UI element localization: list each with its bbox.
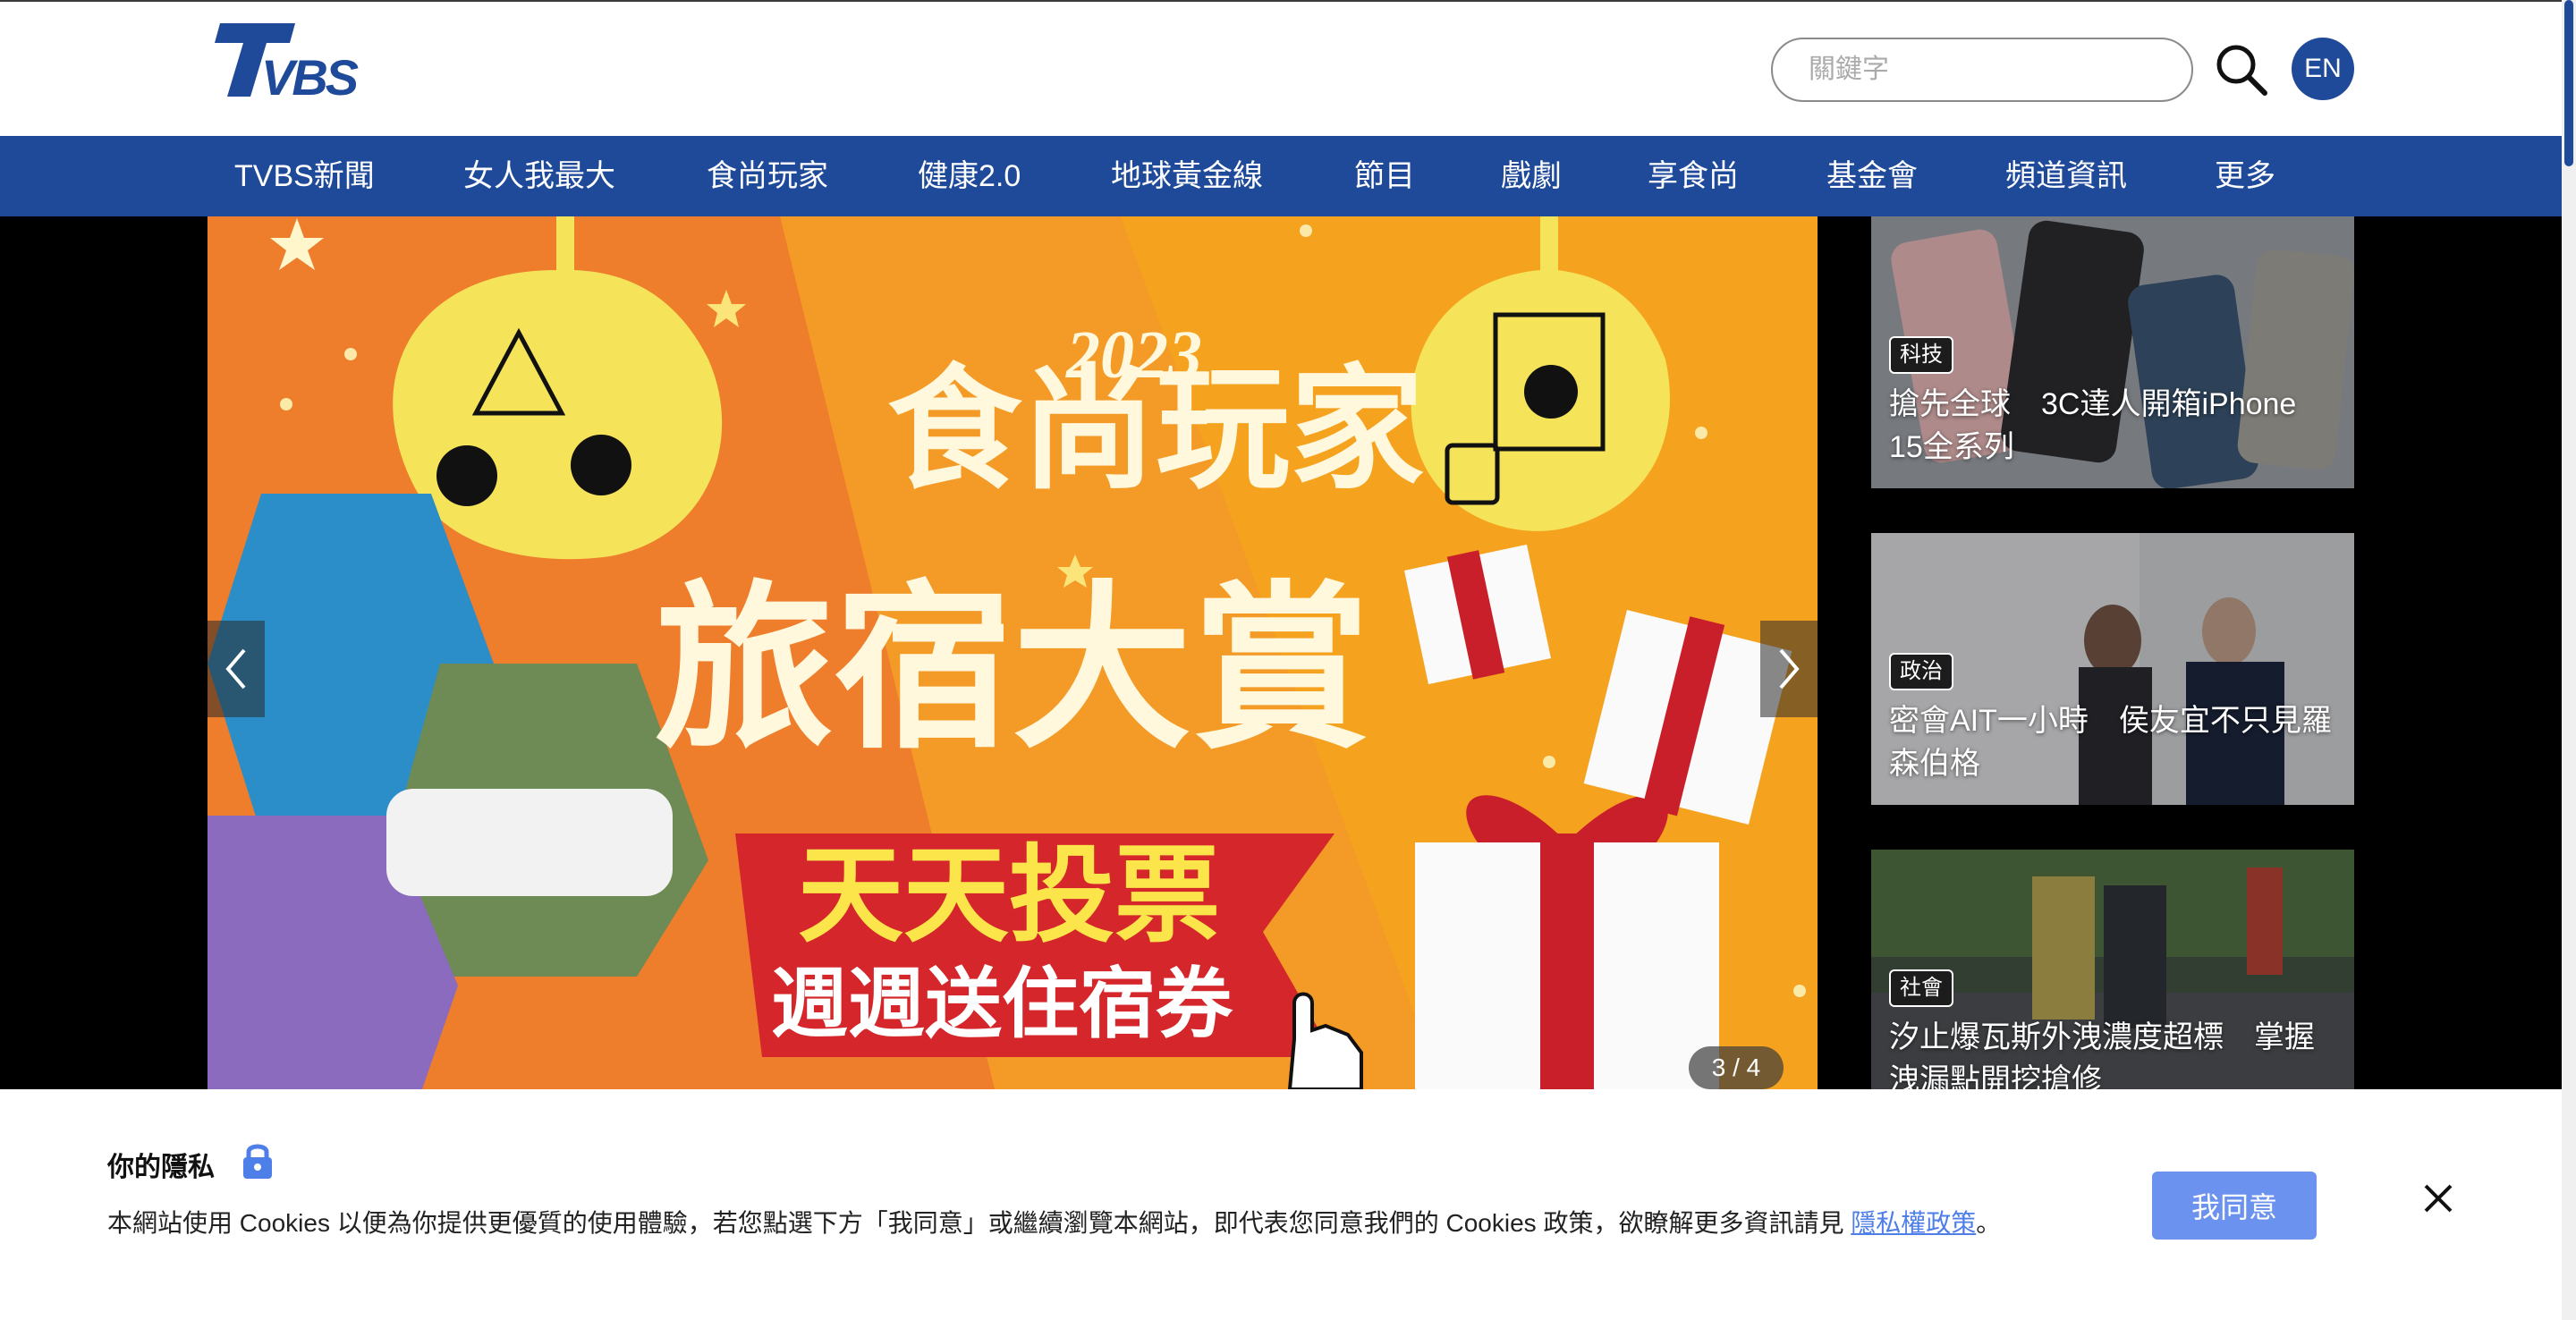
banner-ribbon-line1: 天天投票 (798, 837, 1220, 955)
tvbs-logo[interactable]: VBS (208, 20, 390, 106)
banner-artwork: 食尚玩家 2023 旅宿大賞 天天投票 週週送住宿券 (208, 216, 1818, 1089)
news-card[interactable]: 社會 汐止爆瓦斯外洩濃度超標 掌握洩漏點開挖搶修 (1871, 850, 2354, 1089)
nav-item-channel-info[interactable]: 頻道資訊 (2005, 136, 2127, 216)
news-title[interactable]: 搶先全球 3C達人開箱iPhone 15全系列 (1889, 383, 2336, 469)
agree-button[interactable]: 我同意 (2152, 1172, 2317, 1240)
nav-item-women[interactable]: 女人我最大 (463, 136, 615, 216)
language-en-button[interactable]: EN (2292, 38, 2354, 100)
chevron-left-icon (225, 648, 246, 690)
cookie-text-after: 。 (1976, 1209, 2002, 1237)
close-icon (2424, 1184, 2453, 1213)
news-category-tag: 科技 (1889, 336, 1953, 374)
cookie-consent-bar: 你的隱私 本網站使用 Cookies 以便為你提供更優質的使用體驗，若您點選下方… (0, 1089, 2562, 1320)
cookie-title: 你的隱私 (107, 1153, 215, 1182)
carousel-next-button[interactable] (1760, 621, 1818, 717)
search-button[interactable] (2213, 41, 2270, 98)
nav-item-supertaste[interactable]: 食尚玩家 (707, 136, 828, 216)
news-title[interactable]: 汐止爆瓦斯外洩濃度超標 掌握洩漏點開挖搶修 (1889, 1016, 2336, 1089)
banner-headline: 旅宿大賞 (655, 572, 1370, 770)
cookie-text-before: 本網站使用 Cookies 以便為你提供更優質的使用體驗，若您點選下方「我同意」… (107, 1209, 1852, 1237)
search-box (1771, 38, 2193, 102)
nav-item-programs[interactable]: 節目 (1354, 136, 1415, 216)
lock-icon (243, 1144, 272, 1179)
news-title[interactable]: 密會AIT一小時 侯友宜不只見羅森伯格 (1889, 699, 2336, 785)
carousel-prev-button[interactable] (208, 621, 265, 717)
nav-item-global-gold[interactable]: 地球黃金線 (1111, 136, 1263, 216)
scrollbar-thumb[interactable] (2564, 0, 2573, 166)
nav-item-drama[interactable]: 戲劇 (1501, 136, 1562, 216)
news-card[interactable]: 政治 密會AIT一小時 侯友宜不只見羅森伯格 (1871, 533, 2354, 805)
close-cookie-button[interactable] (2419, 1179, 2458, 1218)
chevron-right-icon (1779, 648, 1800, 690)
hero-carousel[interactable]: 食尚玩家 2023 旅宿大賞 天天投票 週週送住宿券 3 / 4 (208, 216, 1818, 1089)
search-input[interactable] (1809, 39, 2166, 100)
cookie-message: 本網站使用 Cookies 以便為你提供更優質的使用體驗，若您點選下方「我同意」… (107, 1204, 2001, 1240)
nav-item-tvbs-news[interactable]: TVBS新聞 (234, 136, 375, 216)
nav-item-more[interactable]: 更多 (2215, 136, 2275, 216)
site-header: VBS EN (0, 0, 2562, 136)
news-card[interactable]: 科技 搶先全球 3C達人開箱iPhone 15全系列 (1871, 216, 2354, 488)
banner-year: 2023 (1065, 317, 1202, 393)
page-scrollbar[interactable] (2562, 0, 2576, 1320)
news-category-tag: 社會 (1889, 969, 1953, 1007)
search-icon (2216, 45, 2267, 96)
svg-text:VBS: VBS (261, 49, 359, 100)
main-nav: TVBS新聞 女人我最大 食尚玩家 健康2.0 地球黃金線 節目 戲劇 享食尚 … (0, 136, 2562, 216)
news-category-tag: 政治 (1889, 653, 1953, 690)
nav-item-foundation[interactable]: 基金會 (1826, 136, 1918, 216)
nav-item-health[interactable]: 健康2.0 (918, 136, 1021, 216)
nav-item-food[interactable]: 享食尚 (1648, 136, 1739, 216)
carousel-counter: 3 / 4 (1689, 1046, 1784, 1089)
banner-ribbon-line2: 週週送住宿券 (771, 961, 1233, 1047)
privacy-policy-link[interactable]: 隱私權政策 (1851, 1209, 1976, 1237)
